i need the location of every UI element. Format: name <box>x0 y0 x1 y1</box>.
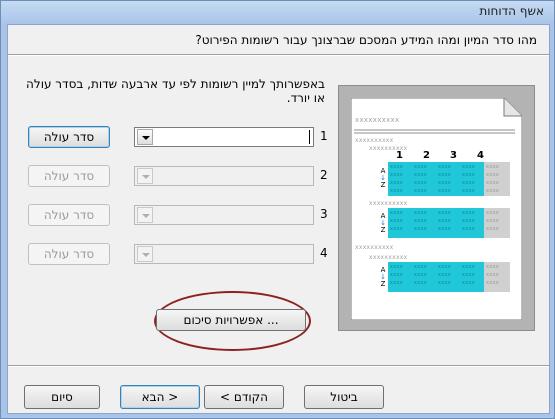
sort-row-4-number: 4 <box>320 246 328 260</box>
preview-cell-placeholder: xxxx <box>462 210 476 216</box>
preview-cell-placeholder: xxxx <box>462 180 476 186</box>
title-bar[interactable]: אשף הדוחות <box>1 1 554 23</box>
preview-cell-placeholder: xxxx <box>438 188 452 194</box>
sort-field-3-combo[interactable] <box>134 205 314 225</box>
chevron-down-icon[interactable] <box>137 207 153 223</box>
preview-cell-placeholder: xxxx <box>390 218 404 224</box>
text-cursor <box>309 130 310 144</box>
preview-cell-placeholder: xxxx <box>486 180 500 186</box>
preview-cell-placeholder: xxxx <box>390 210 404 216</box>
preview-cell-placeholder: xxxx <box>462 188 476 194</box>
preview-cell-placeholder: xxxx <box>414 226 428 232</box>
preview-cell-placeholder: xxxx <box>486 280 500 286</box>
preview-cell-placeholder: xxxx <box>390 164 404 170</box>
preview-cell-placeholder: xxxx <box>462 280 476 286</box>
sort-az-icon: A ↓ Z <box>380 167 386 189</box>
preview-cell-placeholder: xxxx <box>390 172 404 178</box>
sort-order-2-button[interactable]: סדר עולה <box>28 165 110 187</box>
preview-cell-placeholder: xxxx <box>414 188 428 194</box>
preview-cell-placeholder: xxxx <box>390 280 404 286</box>
summary-options-button[interactable]: אפשרויות סיכום ... <box>156 309 306 331</box>
top-separator <box>8 54 549 56</box>
preview-subgroup-2-placeholder: xxxxxxxxxx <box>369 200 408 207</box>
cancel-button[interactable]: ביטול <box>304 385 384 409</box>
sort-az-icon: A ↓ Z <box>380 266 386 288</box>
preview-cell-placeholder: xxxx <box>486 272 500 278</box>
preview-cell-placeholder: xxxx <box>390 180 404 186</box>
preview-cell-placeholder: xxxx <box>462 226 476 232</box>
preview-cell-placeholder: xxxx <box>462 218 476 224</box>
preview-subgroup-3-placeholder: xxxxxxxxxx <box>369 254 408 261</box>
preview-group-1-placeholder: xxxxxxxxxx <box>355 137 394 144</box>
preview-title-placeholder: xxxxxxxxxx <box>355 116 400 124</box>
preview-cell-placeholder: xxxx <box>438 172 452 178</box>
preview-cell-placeholder: xxxx <box>414 218 428 224</box>
chevron-down-icon[interactable] <box>137 246 153 262</box>
preview-group-2-placeholder: xxxxxxxxxx <box>355 244 394 251</box>
next-button[interactable]: הבא > <box>120 385 200 409</box>
preview-cell-placeholder: xxxx <box>414 264 428 270</box>
preview-cell-placeholder: xxxx <box>438 280 452 286</box>
preview-cell-placeholder: xxxx <box>462 264 476 270</box>
finish-button[interactable]: סיום <box>24 385 100 409</box>
preview-cell-placeholder: xxxx <box>438 180 452 186</box>
preview-cell-placeholder: xxxx <box>438 226 452 232</box>
preview-column-2-number: 2 <box>423 150 430 161</box>
sort-az-icon: A ↓ Z <box>380 212 386 234</box>
chevron-down-icon[interactable] <box>137 129 153 145</box>
preview-cell-placeholder: xxxx <box>414 164 428 170</box>
preview-column-1-number: 1 <box>396 150 403 161</box>
preview-cell-placeholder: xxxx <box>414 272 428 278</box>
preview-cell-placeholder: xxxx <box>438 218 452 224</box>
preview-cell-placeholder: xxxx <box>414 210 428 216</box>
preview-cell-placeholder: xxxx <box>462 172 476 178</box>
sort-order-3-button[interactable]: סדר עולה <box>28 204 110 226</box>
sort-row-3-number: 3 <box>320 207 328 221</box>
preview-column-3-number: 3 <box>450 150 457 161</box>
chevron-down-icon[interactable] <box>137 168 153 184</box>
preview-cell-placeholder: xxxx <box>414 180 428 186</box>
preview-cell-placeholder: xxxx <box>414 172 428 178</box>
preview-cell-placeholder: xxxx <box>438 210 452 216</box>
preview-cell-placeholder: xxxx <box>486 226 500 232</box>
preview-cell-placeholder: xxxx <box>438 264 452 270</box>
window-title: אשף הדוחות <box>479 4 544 18</box>
instructions-text: באפשרותך למיין רשומות לפי עד ארבעה שדות,… <box>26 77 325 105</box>
preview-cell-placeholder: xxxx <box>486 218 500 224</box>
preview-cell-placeholder: xxxx <box>390 264 404 270</box>
wizard-content: מהו סדר המיון ומהו המידע המסכם שברצונך ע… <box>7 24 550 414</box>
report-wizard-window: אשף הדוחות מהו סדר המיון ומהו המידע המסכ… <box>0 0 555 419</box>
preview-cell-placeholder: xxxx <box>486 188 500 194</box>
sort-row-1-number: 1 <box>320 129 328 143</box>
report-preview: xxxxxxxxxx xxxxxxxxxx xxxxxxxxxx 1 2 3 4… <box>338 85 535 331</box>
sort-field-2-combo[interactable] <box>134 166 314 186</box>
sort-row-2-number: 2 <box>320 168 328 182</box>
preview-cell-placeholder: xxxx <box>486 164 500 170</box>
preview-cell-placeholder: xxxx <box>462 272 476 278</box>
preview-cell-placeholder: xxxx <box>414 280 428 286</box>
preview-cell-placeholder: xxxx <box>462 164 476 170</box>
sort-order-4-button[interactable]: סדר עולה <box>28 243 110 265</box>
preview-cell-placeholder: xxxx <box>390 226 404 232</box>
preview-cell-placeholder: xxxx <box>390 272 404 278</box>
bottom-separator <box>8 365 549 367</box>
preview-cell-placeholder: xxxx <box>486 264 500 270</box>
sort-field-1-combo[interactable] <box>134 127 314 147</box>
preview-column-4-number: 4 <box>477 150 484 161</box>
preview-cell-placeholder: xxxx <box>486 172 500 178</box>
question-text: מהו סדר המיון ומהו המידע המסכם שברצונך ע… <box>195 33 537 47</box>
preview-cell-placeholder: xxxx <box>390 188 404 194</box>
sort-field-4-combo[interactable] <box>134 244 314 264</box>
sort-order-1-button[interactable]: סדר עולה <box>28 126 110 148</box>
preview-cell-placeholder: xxxx <box>486 210 500 216</box>
preview-cell-placeholder: xxxx <box>438 164 452 170</box>
preview-cell-placeholder: xxxx <box>438 272 452 278</box>
back-button[interactable]: < הקודם <box>204 385 284 409</box>
